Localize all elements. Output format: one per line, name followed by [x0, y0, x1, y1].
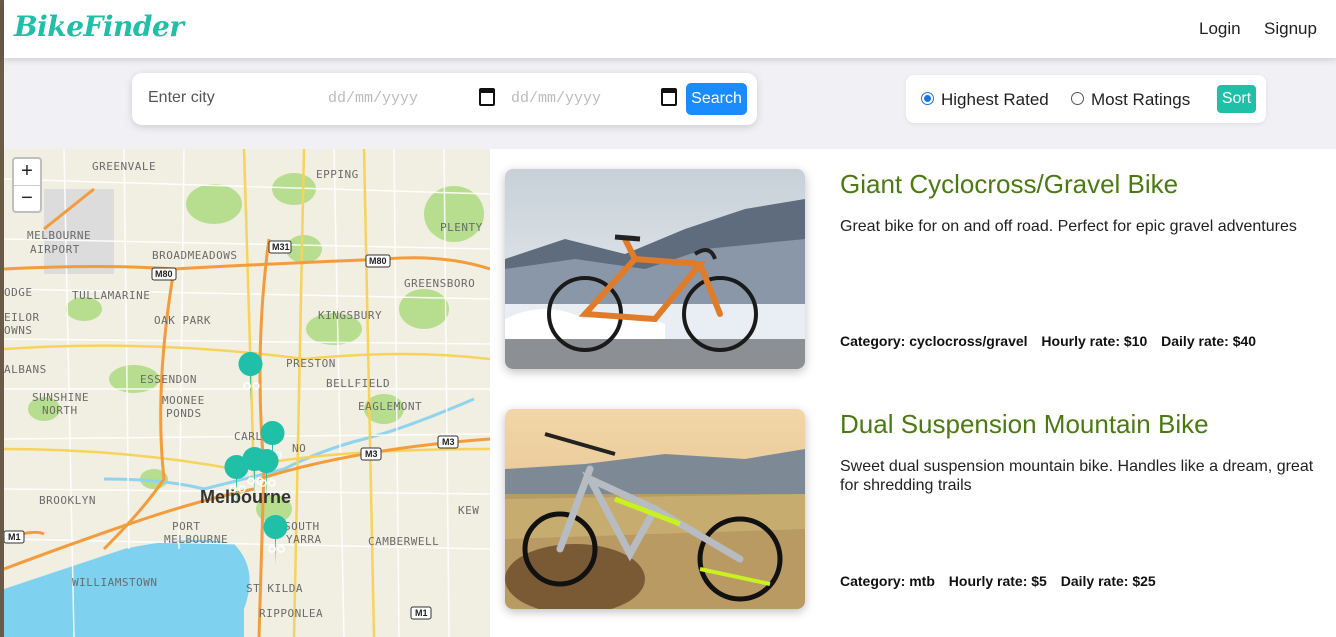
listing-hourly-rate: Hourly rate: $10: [1041, 333, 1148, 349]
zoom-in-button[interactable]: +: [14, 159, 40, 185]
zoom-control: + −: [12, 157, 42, 213]
city-input[interactable]: Enter city: [148, 89, 215, 107]
listing-hourly-rate: Hourly rate: $5: [948, 573, 1047, 589]
calendar-icon[interactable]: [661, 88, 677, 106]
map-label: WILLIAMSTOWN: [72, 576, 157, 589]
map-label: EAGLEMONT: [358, 400, 422, 413]
listing-category: Category: mtb: [840, 573, 935, 589]
map-label: ALBANS: [4, 363, 47, 376]
login-link[interactable]: Login: [1199, 19, 1241, 39]
listing-meta: Category: cyclocross/gravel Hourly rate:…: [840, 333, 1266, 349]
listing-description: Sweet dual suspension mountain bike. Han…: [840, 458, 1314, 494]
map-label: GREENVALE: [92, 160, 156, 173]
listing-title[interactable]: Giant Cyclocross/Gravel Bike: [840, 169, 1178, 200]
map-label: PLENTY: [440, 221, 483, 234]
listing-photo[interactable]: [505, 169, 805, 369]
most-ratings-radio[interactable]: [1071, 92, 1084, 105]
map-label: OWNS: [4, 324, 33, 337]
listing-category: Category: cyclocross/gravel: [840, 333, 1028, 349]
road-shield: M3: [442, 437, 455, 447]
calendar-icon[interactable]: [479, 88, 495, 106]
map-label: CAMBERWELL: [368, 535, 439, 548]
map-label: MOONEE: [162, 394, 205, 407]
results-list: Giant Cyclocross/Gravel Bike Great bike …: [490, 149, 1336, 637]
listing-card[interactable]: Dual Suspension Mountain Bike Sweet dual…: [490, 409, 1336, 619]
most-ratings-label[interactable]: Most Ratings: [1091, 90, 1190, 110]
map-label: MELBOURNE: [27, 229, 91, 242]
brand-logo[interactable]: BikeFinder: [14, 10, 184, 43]
listing-daily-rate: Daily rate: $40: [1161, 333, 1257, 349]
map-label: SOUTH: [284, 520, 320, 533]
listing-photo[interactable]: [505, 409, 805, 609]
road-shield: M80: [155, 269, 173, 279]
map-label: KEW: [458, 504, 479, 517]
map-label: NORTH: [42, 404, 78, 417]
map-label: ST KILDA: [246, 582, 303, 595]
map-label: YARRA: [286, 533, 322, 546]
map-label: RIPPONLEA: [259, 607, 323, 620]
map-label: TULLAMARINE: [72, 289, 150, 302]
listing-meta: Category: mtb Hourly rate: $5 Daily rate…: [840, 573, 1166, 589]
bike-photo-image: [505, 169, 805, 369]
map-label: EPPING: [316, 168, 359, 181]
map-label: PONDS: [166, 407, 202, 420]
map-label: ESSENDON: [140, 373, 197, 386]
map-label: GREENSBORO: [404, 277, 475, 290]
map-view[interactable]: GREENVALE EPPING MELBOURNE AIRPORT PLENT…: [4, 149, 490, 637]
signup-link[interactable]: Signup: [1264, 19, 1317, 39]
zoom-out-button[interactable]: −: [14, 185, 40, 211]
start-date-input[interactable]: dd/mm/yyyy: [328, 90, 418, 107]
map-label: KINGSBURY: [318, 309, 382, 322]
search-button[interactable]: Search: [686, 83, 747, 115]
top-navbar: BikeFinder Login Signup: [4, 0, 1336, 58]
sort-button[interactable]: Sort: [1217, 85, 1256, 113]
map-label: PRESTON: [286, 357, 336, 370]
map-label: BROADMEADOWS: [152, 249, 237, 262]
highest-rated-radio[interactable]: [921, 92, 934, 105]
listing-title[interactable]: Dual Suspension Mountain Bike: [840, 409, 1209, 440]
road-shield: M1: [8, 532, 21, 542]
end-date-input[interactable]: dd/mm/yyyy: [511, 90, 601, 107]
map-label: BELLFIELD: [326, 377, 390, 390]
map-label: AIRPORT: [30, 243, 80, 256]
map-label: MELBOURNE: [164, 533, 228, 546]
bike-photo-image: [505, 409, 805, 609]
map-label: ODGE: [4, 286, 33, 299]
map-label: OAK PARK: [154, 314, 211, 327]
listing-description: Great bike for on and off road. Perfect …: [840, 218, 1297, 235]
map-label: PORT: [172, 520, 201, 533]
map-label: EILOR: [4, 311, 40, 324]
map-label: SUNSHINE: [32, 391, 89, 404]
sort-panel: Highest Rated Most Ratings Sort: [906, 75, 1266, 123]
road-shield: M80: [369, 256, 387, 266]
listing-card[interactable]: Giant Cyclocross/Gravel Bike Great bike …: [490, 169, 1336, 379]
highest-rated-label[interactable]: Highest Rated: [941, 90, 1049, 110]
road-shield: M1: [415, 608, 428, 618]
search-bar: Enter city dd/mm/yyyy dd/mm/yyyy Search: [132, 73, 757, 125]
map-label: NO: [292, 442, 306, 455]
listing-daily-rate: Daily rate: $25: [1060, 573, 1156, 589]
map-tiles: GREENVALE EPPING MELBOURNE AIRPORT PLENT…: [4, 149, 490, 637]
map-label: BROOKLYN: [39, 494, 96, 507]
road-shield: M3: [365, 449, 378, 459]
road-shield: M31: [272, 242, 290, 252]
